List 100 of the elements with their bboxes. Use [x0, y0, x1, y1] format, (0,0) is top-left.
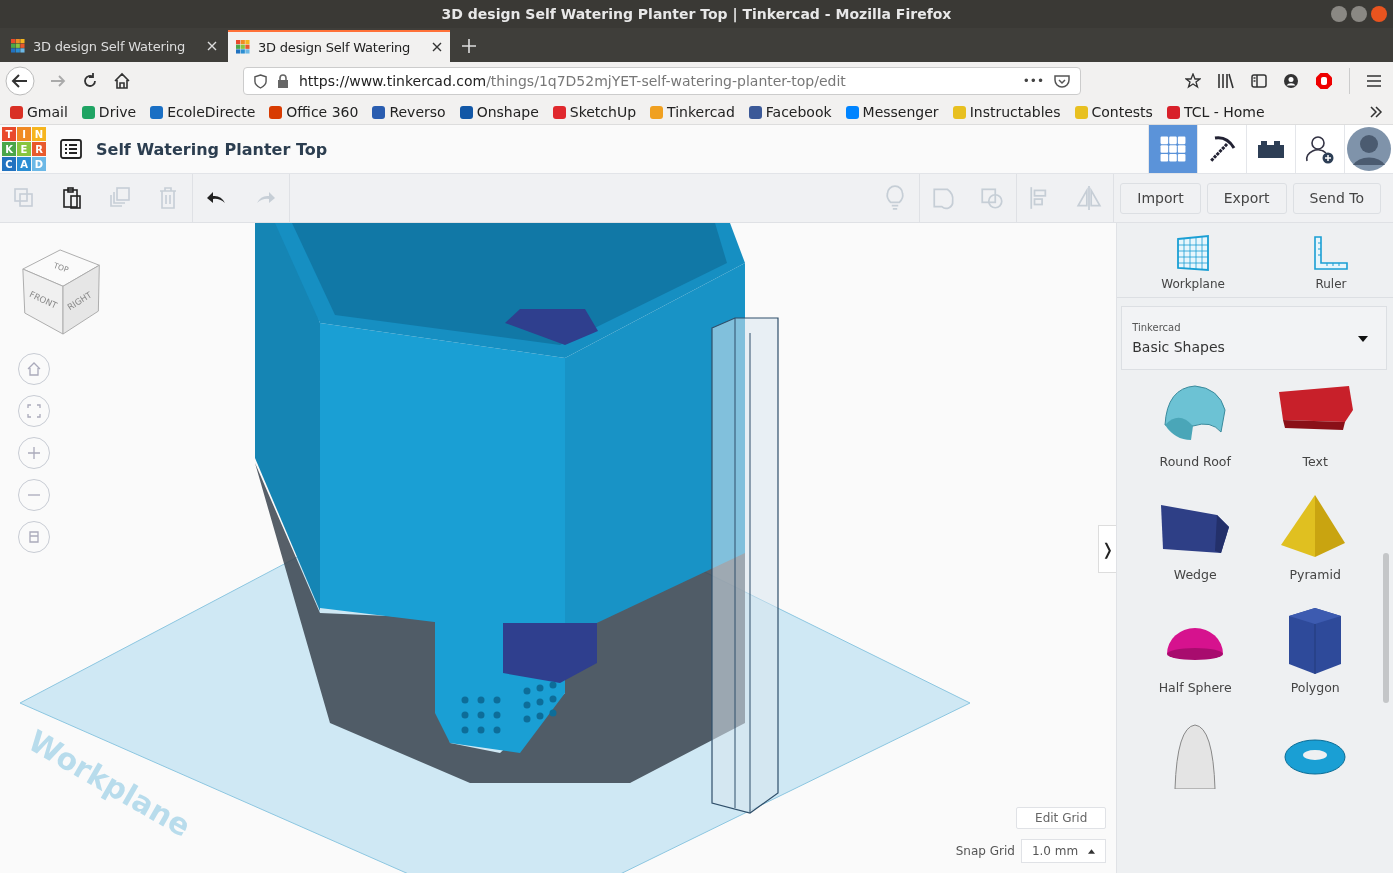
logo-letter: T	[2, 127, 16, 141]
url-text: https://www.tinkercad.com/things/1q7D52mjYET-self-watering-planter-top/edit	[299, 73, 847, 89]
logo-letter: N	[32, 127, 46, 141]
avatar-icon	[1347, 127, 1391, 171]
bookmark-link[interactable]: Office 360	[269, 104, 359, 120]
tool-label: Ruler	[1315, 277, 1347, 291]
zoom-in-icon	[26, 445, 42, 461]
logo-letter: C	[2, 157, 16, 171]
nav-button[interactable]	[1344, 125, 1393, 173]
design-title: Self Watering Planter Top	[96, 139, 328, 159]
bookmark-link[interactable]: Facebook	[748, 104, 832, 120]
bookmark-link[interactable]: Gmail	[10, 104, 68, 120]
bookmark-star-icon[interactable]	[1185, 73, 1201, 89]
fit-icon	[26, 403, 42, 419]
workplane-tool[interactable]: Workplane	[1161, 235, 1225, 291]
close-button[interactable]	[1371, 6, 1387, 22]
copy-icon	[12, 186, 36, 210]
minimize-button[interactable]	[1331, 6, 1347, 22]
page-actions-icon[interactable]: •••	[1022, 74, 1044, 88]
browser-tab[interactable]: 3D design Self Watering	[228, 30, 450, 62]
grid-plane-icon	[1176, 235, 1211, 271]
library-value: Basic Shapes	[1132, 338, 1225, 355]
list-menu-icon[interactable]	[60, 139, 82, 159]
logo-letter: E	[17, 142, 31, 156]
shape-item[interactable]: Round Roof	[1135, 380, 1256, 469]
browser-tab[interactable]: 3D design Self Watering	[3, 30, 225, 62]
logo-letter: D	[32, 157, 46, 171]
nav-button[interactable]	[1295, 125, 1344, 173]
paste-icon	[60, 186, 84, 210]
add-user-icon	[1305, 134, 1335, 164]
toolbar-button[interactable]: Export	[1206, 182, 1287, 214]
library-caption: Tinkercad	[1132, 321, 1181, 333]
tab-title: 3D design Self Watering	[33, 38, 187, 54]
account-icon[interactable]	[1283, 73, 1299, 89]
grid-icon	[1160, 136, 1186, 162]
tool-label: Workplane	[1161, 277, 1225, 291]
mirror-icon	[1076, 185, 1103, 211]
pickaxe-icon	[1207, 134, 1237, 164]
shape-item[interactable]: Polygon	[1255, 606, 1376, 695]
logo-letter: A	[17, 157, 31, 171]
home-icon	[26, 361, 42, 377]
toolbar-button[interactable]: Send To	[1292, 182, 1381, 214]
address-field[interactable]: https://www.tinkercad.com/things/1q7D52mjYET-self-watering-planter-top/edit •••	[243, 67, 1081, 95]
close-icon[interactable]	[432, 42, 442, 52]
shield-icon	[254, 73, 267, 89]
shape-label: Wedge	[1173, 567, 1217, 582]
window-title: 3D design Self Watering Planter Top | Tinkercad - Mozilla Firefox	[441, 6, 952, 22]
logo-letter: K	[2, 142, 16, 156]
shape-item[interactable]: Half Sphere	[1135, 606, 1256, 695]
ruler-icon	[1312, 235, 1349, 271]
library-icon[interactable]	[1217, 73, 1235, 89]
panel-toggle-button[interactable]: ❭	[1098, 525, 1117, 573]
home-icon[interactable]	[113, 72, 131, 90]
duplicate-icon	[108, 186, 132, 210]
ruler-tool[interactable]: Ruler	[1312, 235, 1349, 291]
shape-item[interactable]: Pyramid	[1255, 493, 1376, 582]
maximize-button[interactable]	[1351, 6, 1367, 22]
new-tab-icon[interactable]	[462, 39, 476, 53]
shape-label: Text	[1302, 454, 1328, 469]
stop-hand-icon[interactable]	[1315, 72, 1333, 90]
brick-icon	[1257, 139, 1285, 159]
bookmark-link[interactable]: EcoleDirecte	[150, 104, 256, 120]
bookmark-link[interactable]: SketchUp	[552, 104, 637, 120]
pocket-icon[interactable]	[1054, 74, 1070, 88]
toolbar-button[interactable]: Import	[1120, 182, 1201, 214]
logo-letter: R	[32, 142, 46, 156]
back-icon[interactable]	[5, 66, 35, 96]
lock-icon	[277, 74, 289, 88]
shape-item[interactable]: Text	[1255, 380, 1376, 469]
zoom-out-icon	[26, 493, 42, 497]
bookmark-link[interactable]: Drive	[81, 104, 137, 120]
caret-icon	[1358, 336, 1368, 342]
more-bookmarks-icon[interactable]	[1369, 106, 1383, 118]
bookmark-link[interactable]: Contests	[1074, 104, 1153, 120]
shape-label: Half Sphere	[1158, 680, 1232, 695]
menu-icon[interactable]	[1366, 74, 1382, 88]
reload-icon[interactable]	[81, 72, 99, 90]
caret-up-icon	[1088, 848, 1096, 854]
shape-label: Pyramid	[1289, 567, 1341, 582]
tinkercad-favicon-icon	[11, 39, 25, 53]
ortho-icon	[26, 529, 42, 545]
shape-item[interactable]: Wedge	[1135, 493, 1256, 582]
shape-label: Round Roof	[1159, 454, 1231, 469]
bookmark-link[interactable]: Messenger	[845, 104, 939, 120]
bookmark-link[interactable]: Tinkercad	[650, 104, 735, 120]
snap-grid-select[interactable]: 1.0 mm	[1020, 839, 1107, 863]
shape-label: Polygon	[1290, 680, 1340, 695]
nav-button[interactable]	[1246, 125, 1295, 173]
bookmark-link[interactable]: Instructables	[952, 104, 1061, 120]
bookmark-link[interactable]: Reverso	[372, 104, 446, 120]
nav-button[interactable]	[1197, 125, 1246, 173]
logo-letter: I	[17, 127, 31, 141]
sidebar-icon[interactable]	[1251, 74, 1267, 88]
shape-library-dropdown[interactable]: Tinkercad Basic Shapes	[1121, 306, 1387, 370]
ungroup-icon	[979, 185, 1006, 211]
bookmark-link[interactable]: TCL - Home	[1166, 104, 1265, 120]
bookmark-link[interactable]: Onshape	[459, 104, 539, 120]
tinkercad-logo[interactable]: T I N K E R C A D	[2, 127, 46, 171]
edit-grid-button[interactable]: Edit Grid	[1016, 807, 1107, 829]
tab-title: 3D design Self Watering	[258, 39, 412, 55]
